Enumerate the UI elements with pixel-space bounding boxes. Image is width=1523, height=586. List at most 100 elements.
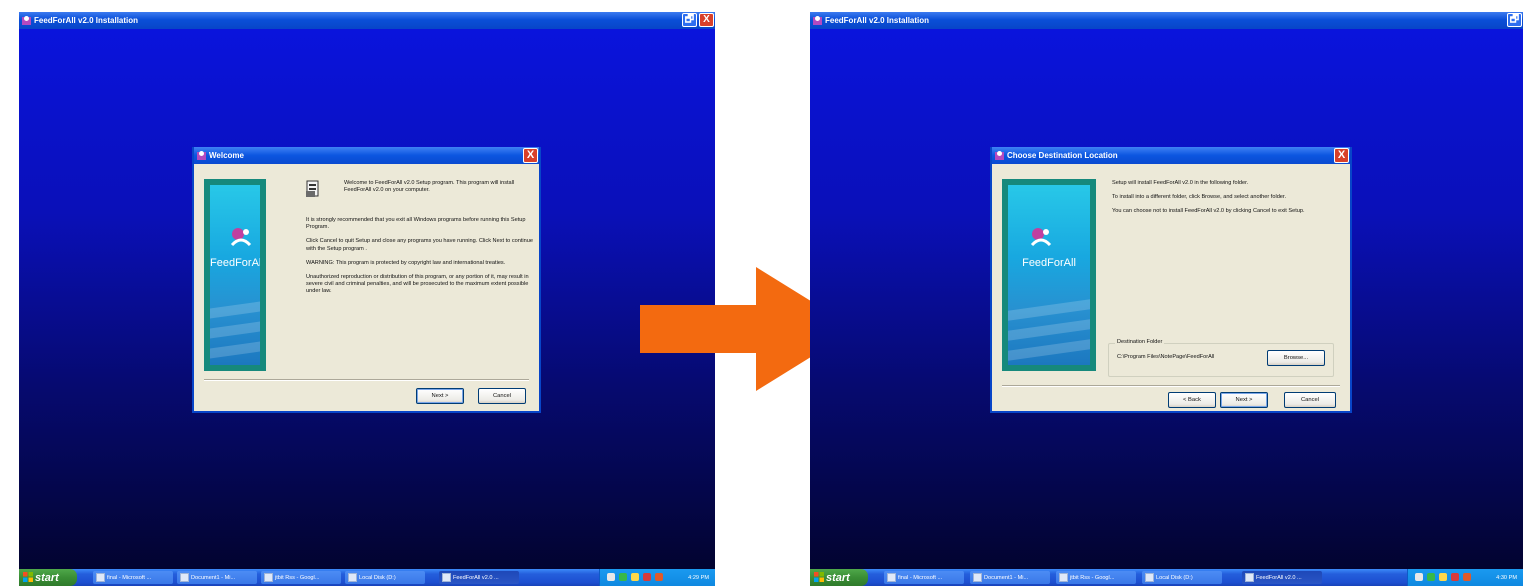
taskbar-item-label: jtbit Rss - Googl... <box>1070 574 1115 581</box>
dialog-close-button[interactable]: X <box>523 148 538 163</box>
window-icon <box>96 573 105 582</box>
window-icon <box>264 573 273 582</box>
windows-flag-icon <box>814 572 824 582</box>
dialog-titlebar[interactable]: Choose Destination Location X <box>992 147 1350 164</box>
installer-title: FeedForAll v2.0 Installation <box>825 16 930 25</box>
taskbar-item-label: final - Microsoft ... <box>107 574 152 581</box>
banner-stripe <box>210 320 260 340</box>
taskbar-item[interactable]: final - Microsoft ... <box>884 571 964 584</box>
tray-icon[interactable] <box>1451 573 1459 581</box>
next-button[interactable]: Next > <box>416 388 464 404</box>
tray-icon[interactable] <box>1463 573 1471 581</box>
welcome-paragraph: Unauthorized reproduction or distributio… <box>306 274 529 295</box>
cancel-button[interactable]: Cancel <box>1284 392 1336 408</box>
tray-icon[interactable] <box>1427 573 1435 581</box>
start-button[interactable]: start <box>810 569 868 586</box>
start-label: start <box>35 571 59 584</box>
screen-destination: FeedForAll v2.0 Installation 🗗 Choose De… <box>810 12 1523 586</box>
taskbar-item-label: jtbit Rss - Googl... <box>275 574 320 581</box>
dialog-titlebar[interactable]: Welcome X <box>194 147 539 164</box>
taskbar-item-label: Document1 - Mi... <box>191 574 236 581</box>
tray-icon[interactable] <box>643 573 651 581</box>
side-banner: FeedForAll <box>210 185 260 365</box>
dialog-title: Welcome <box>209 151 244 160</box>
taskbar: start final - Microsoft ... Document1 - … <box>810 569 1523 586</box>
tray-icon[interactable] <box>631 573 639 581</box>
screen-welcome: FeedForAll v2.0 Installation 🗗 X Welcome… <box>19 12 715 586</box>
dialog-title: Choose Destination Location <box>1007 151 1118 160</box>
start-button[interactable]: start <box>19 569 77 586</box>
destination-body: Setup will install FeedForAll v2.0 in th… <box>1112 180 1342 223</box>
dialog-separator <box>1002 385 1340 387</box>
app-icon <box>22 16 31 25</box>
taskbar-item[interactable]: Local Disk (D:) <box>345 571 425 584</box>
taskbar-item-active[interactable]: FeedForAll v2.0 ... <box>1242 571 1322 584</box>
folder-icon <box>348 573 357 582</box>
tray-icon[interactable] <box>607 573 615 581</box>
next-button[interactable]: Next > <box>1220 392 1268 408</box>
destination-path: C:\Program Files\NotePage\FeedForAll <box>1117 354 1215 360</box>
cancel-button[interactable]: Cancel <box>478 388 526 404</box>
taskbar-item-label: FeedForAll v2.0 ... <box>453 574 499 581</box>
side-banner: FeedForAll <box>1008 185 1090 365</box>
window-icon <box>973 573 982 582</box>
banner-stripe <box>210 300 260 320</box>
restore-button[interactable]: 🗗 <box>682 13 697 27</box>
close-button[interactable]: X <box>699 13 714 27</box>
system-tray: 4:29 PM <box>599 569 715 586</box>
feed-logo-icon <box>1030 228 1052 247</box>
taskbar-item[interactable]: Local Disk (D:) <box>1142 571 1222 584</box>
clock[interactable]: 4:30 PM <box>1496 575 1517 581</box>
feed-logo-icon <box>230 228 252 247</box>
start-label: start <box>826 571 850 584</box>
installer-title: FeedForAll v2.0 Installation <box>34 16 139 25</box>
setup-icon <box>306 180 319 197</box>
back-button[interactable]: < Back <box>1168 392 1216 408</box>
app-icon <box>197 151 206 160</box>
system-tray: 4:30 PM <box>1407 569 1523 586</box>
brand-label: FeedForAll <box>1022 257 1076 269</box>
installer-titlebar[interactable]: FeedForAll v2.0 Installation 🗗 <box>810 12 1523 29</box>
destination-legend: Destination Folder <box>1115 339 1165 345</box>
dialog-close-button[interactable]: X <box>1334 148 1349 163</box>
installer-titlebar[interactable]: FeedForAll v2.0 Installation 🗗 X <box>19 12 715 29</box>
side-panel: FeedForAll <box>1002 179 1096 371</box>
dialog-separator <box>204 379 529 381</box>
taskbar-item-label: final - Microsoft ... <box>898 574 943 581</box>
welcome-paragraph: WARNING: This program is protected by co… <box>306 259 506 266</box>
folder-icon <box>1145 573 1154 582</box>
taskbar-item-active[interactable]: FeedForAll v2.0 ... <box>439 571 519 584</box>
tray-icon[interactable] <box>1439 573 1447 581</box>
taskbar-item[interactable]: final - Microsoft ... <box>93 571 173 584</box>
welcome-dialog: Welcome X FeedForAll Welcome to FeedForA… <box>192 147 541 413</box>
banner-stripe <box>210 340 260 360</box>
welcome-intro: Welcome to FeedForAll v2.0 Setup program… <box>344 180 534 201</box>
welcome-paragraph: Welcome to FeedForAll v2.0 Setup program… <box>344 180 515 194</box>
tray-icon[interactable] <box>655 573 663 581</box>
destination-dialog: Choose Destination Location X FeedForAll… <box>990 147 1352 413</box>
window-icon <box>887 573 896 582</box>
tray-icon[interactable] <box>1415 573 1423 581</box>
window-icon <box>1059 573 1068 582</box>
taskbar-item[interactable]: Document1 - Mi... <box>970 571 1050 584</box>
welcome-paragraph: It is strongly recommended that you exit… <box>306 217 526 231</box>
clock[interactable]: 4:29 PM <box>688 575 709 581</box>
welcome-body: It is strongly recommended that you exit… <box>306 217 534 303</box>
restore-button[interactable]: 🗗 <box>1507 13 1522 27</box>
brand-label: FeedForAll <box>210 257 260 269</box>
side-panel: FeedForAll <box>204 179 266 371</box>
tray-icon[interactable] <box>619 573 627 581</box>
app-icon <box>1245 573 1254 582</box>
windows-flag-icon <box>23 572 33 582</box>
destination-paragraph: You can choose not to install FeedForAll… <box>1112 208 1305 215</box>
taskbar-item[interactable]: jtbit Rss - Googl... <box>1056 571 1136 584</box>
banner-stripe <box>1008 337 1090 363</box>
app-icon <box>442 573 451 582</box>
banner-stripe <box>1008 317 1090 343</box>
destination-paragraph: Setup will install FeedForAll v2.0 in th… <box>1112 180 1249 186</box>
taskbar-item[interactable]: jtbit Rss - Googl... <box>261 571 341 584</box>
taskbar-item-label: Local Disk (D:) <box>1156 574 1193 581</box>
banner-stripe <box>1008 297 1090 323</box>
browse-button[interactable]: Browse... <box>1267 350 1325 366</box>
taskbar-item[interactable]: Document1 - Mi... <box>177 571 257 584</box>
